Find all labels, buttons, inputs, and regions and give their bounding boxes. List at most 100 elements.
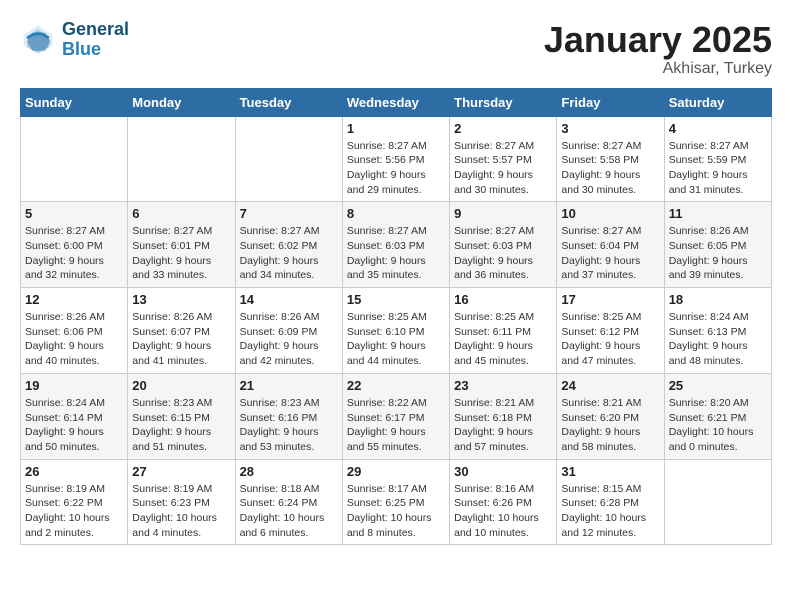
day-info: Sunrise: 8:26 AM Sunset: 6:05 PM Dayligh… xyxy=(669,224,767,283)
calendar-cell: 30 Sunrise: 8:16 AM Sunset: 6:26 PM Dayli… xyxy=(450,459,557,545)
day-info: Sunrise: 8:27 AM Sunset: 6:02 PM Dayligh… xyxy=(240,224,338,283)
day-info: Sunrise: 8:17 AM Sunset: 6:25 PM Dayligh… xyxy=(347,482,445,541)
calendar-cell xyxy=(128,116,235,202)
day-number: 27 xyxy=(132,464,230,479)
calendar-cell xyxy=(664,459,771,545)
day-info: Sunrise: 8:27 AM Sunset: 5:59 PM Dayligh… xyxy=(669,139,767,198)
day-number: 18 xyxy=(669,292,767,307)
weekday-header-sunday: Sunday xyxy=(21,88,128,116)
day-number: 8 xyxy=(347,206,445,221)
calendar-cell: 31Sunrise: 8:15 AM Sunset: 6:28 PM Dayli… xyxy=(557,459,664,545)
calendar-cell: 8Sunrise: 8:27 AM Sunset: 6:03 PM Daylig… xyxy=(342,202,449,288)
day-number: 4 xyxy=(669,121,767,136)
day-number: 24 xyxy=(561,378,659,393)
calendar-cell: 21 Sunrise: 8:23 AM Sunset: 6:16 PM Dayli… xyxy=(235,373,342,459)
calendar-cell: 3 Sunrise: 8:27 AM Sunset: 5:58 PM Daylig… xyxy=(557,116,664,202)
day-info: Sunrise: 8:27 AM Sunset: 5:58 PM Dayligh… xyxy=(561,139,659,198)
day-info: Sunrise: 8:25 AM Sunset: 6:10 PM Dayligh… xyxy=(347,310,445,369)
day-info: Sunrise: 8:27 AM Sunset: 6:03 PM Dayligh… xyxy=(454,224,552,283)
calendar-cell: 10 Sunrise: 8:27 AM Sunset: 6:04 PM Dayli… xyxy=(557,202,664,288)
day-info: Sunrise: 8:26 AM Sunset: 6:07 PM Dayligh… xyxy=(132,310,230,369)
day-info: Sunrise: 8:24 AM Sunset: 6:13 PM Dayligh… xyxy=(669,310,767,369)
day-number: 29 xyxy=(347,464,445,479)
day-info: Sunrise: 8:20 AM Sunset: 6:21 PM Dayligh… xyxy=(669,396,767,455)
calendar-cell: 13 Sunrise: 8:26 AM Sunset: 6:07 PM Dayli… xyxy=(128,288,235,374)
month-title: January 2025 xyxy=(544,20,772,60)
day-number: 6 xyxy=(132,206,230,221)
day-number: 20 xyxy=(132,378,230,393)
weekday-header-tuesday: Tuesday xyxy=(235,88,342,116)
day-info: Sunrise: 8:16 AM Sunset: 6:26 PM Dayligh… xyxy=(454,482,552,541)
calendar-cell: 27 Sunrise: 8:19 AM Sunset: 6:23 PM Dayli… xyxy=(128,459,235,545)
day-number: 3 xyxy=(561,121,659,136)
day-number: 12 xyxy=(25,292,123,307)
day-info: Sunrise: 8:23 AM Sunset: 6:16 PM Dayligh… xyxy=(240,396,338,455)
calendar-cell: 28Sunrise: 8:18 AM Sunset: 6:24 PM Dayli… xyxy=(235,459,342,545)
day-info: Sunrise: 8:26 AM Sunset: 6:06 PM Dayligh… xyxy=(25,310,123,369)
calendar-cell: 7 Sunrise: 8:27 AM Sunset: 6:02 PM Daylig… xyxy=(235,202,342,288)
logo-text: General Blue xyxy=(62,20,129,60)
calendar-cell: 26 Sunrise: 8:19 AM Sunset: 6:22 PM Dayli… xyxy=(21,459,128,545)
day-number: 16 xyxy=(454,292,552,307)
day-number: 5 xyxy=(25,206,123,221)
title-block: January 2025 Akhisar, Turkey xyxy=(544,20,772,78)
weekday-header-thursday: Thursday xyxy=(450,88,557,116)
calendar-table: SundayMondayTuesdayWednesdayThursdayFrid… xyxy=(20,88,772,546)
calendar-week-row: 26 Sunrise: 8:19 AM Sunset: 6:22 PM Dayli… xyxy=(21,459,772,545)
weekday-header-saturday: Saturday xyxy=(664,88,771,116)
day-number: 26 xyxy=(25,464,123,479)
day-number: 1 xyxy=(347,121,445,136)
day-info: Sunrise: 8:22 AM Sunset: 6:17 PM Dayligh… xyxy=(347,396,445,455)
day-number: 15 xyxy=(347,292,445,307)
day-info: Sunrise: 8:19 AM Sunset: 6:23 PM Dayligh… xyxy=(132,482,230,541)
calendar-cell: 24 Sunrise: 8:21 AM Sunset: 6:20 PM Dayli… xyxy=(557,373,664,459)
calendar-cell: 4 Sunrise: 8:27 AM Sunset: 5:59 PM Daylig… xyxy=(664,116,771,202)
calendar-cell xyxy=(21,116,128,202)
calendar-week-row: 5 Sunrise: 8:27 AM Sunset: 6:00 PM Daylig… xyxy=(21,202,772,288)
calendar-cell: 9 Sunrise: 8:27 AM Sunset: 6:03 PM Daylig… xyxy=(450,202,557,288)
day-info: Sunrise: 8:27 AM Sunset: 6:04 PM Dayligh… xyxy=(561,224,659,283)
day-info: Sunrise: 8:21 AM Sunset: 6:18 PM Dayligh… xyxy=(454,396,552,455)
calendar-cell: 6Sunrise: 8:27 AM Sunset: 6:01 PM Daylig… xyxy=(128,202,235,288)
day-number: 22 xyxy=(347,378,445,393)
day-number: 9 xyxy=(454,206,552,221)
day-number: 30 xyxy=(454,464,552,479)
page-header: General Blue January 2025 Akhisar, Turke… xyxy=(20,20,772,78)
day-number: 14 xyxy=(240,292,338,307)
day-info: Sunrise: 8:25 AM Sunset: 6:12 PM Dayligh… xyxy=(561,310,659,369)
logo: General Blue xyxy=(20,20,129,60)
day-number: 17 xyxy=(561,292,659,307)
day-info: Sunrise: 8:24 AM Sunset: 6:14 PM Dayligh… xyxy=(25,396,123,455)
day-info: Sunrise: 8:21 AM Sunset: 6:20 PM Dayligh… xyxy=(561,396,659,455)
day-info: Sunrise: 8:15 AM Sunset: 6:28 PM Dayligh… xyxy=(561,482,659,541)
day-number: 25 xyxy=(669,378,767,393)
calendar-cell: 25 Sunrise: 8:20 AM Sunset: 6:21 PM Dayli… xyxy=(664,373,771,459)
day-info: Sunrise: 8:26 AM Sunset: 6:09 PM Dayligh… xyxy=(240,310,338,369)
calendar-cell: 22 Sunrise: 8:22 AM Sunset: 6:17 PM Dayli… xyxy=(342,373,449,459)
logo-icon xyxy=(20,22,56,58)
calendar-cell: 29 Sunrise: 8:17 AM Sunset: 6:25 PM Dayli… xyxy=(342,459,449,545)
calendar-cell xyxy=(235,116,342,202)
calendar-cell: 16Sunrise: 8:25 AM Sunset: 6:11 PM Dayli… xyxy=(450,288,557,374)
day-number: 11 xyxy=(669,206,767,221)
calendar-week-row: 1 Sunrise: 8:27 AM Sunset: 5:56 PM Daylig… xyxy=(21,116,772,202)
day-info: Sunrise: 8:27 AM Sunset: 5:57 PM Dayligh… xyxy=(454,139,552,198)
day-number: 7 xyxy=(240,206,338,221)
calendar-cell: 5 Sunrise: 8:27 AM Sunset: 6:00 PM Daylig… xyxy=(21,202,128,288)
day-info: Sunrise: 8:19 AM Sunset: 6:22 PM Dayligh… xyxy=(25,482,123,541)
calendar-cell: 14 Sunrise: 8:26 AM Sunset: 6:09 PM Dayli… xyxy=(235,288,342,374)
day-number: 23 xyxy=(454,378,552,393)
calendar-cell: 15 Sunrise: 8:25 AM Sunset: 6:10 PM Dayli… xyxy=(342,288,449,374)
calendar-cell: 1 Sunrise: 8:27 AM Sunset: 5:56 PM Daylig… xyxy=(342,116,449,202)
day-number: 10 xyxy=(561,206,659,221)
calendar-week-row: 12 Sunrise: 8:26 AM Sunset: 6:06 PM Dayli… xyxy=(21,288,772,374)
day-info: Sunrise: 8:27 AM Sunset: 6:00 PM Dayligh… xyxy=(25,224,123,283)
calendar-week-row: 19Sunrise: 8:24 AM Sunset: 6:14 PM Dayli… xyxy=(21,373,772,459)
day-number: 21 xyxy=(240,378,338,393)
calendar-cell: 17 Sunrise: 8:25 AM Sunset: 6:12 PM Dayli… xyxy=(557,288,664,374)
day-info: Sunrise: 8:27 AM Sunset: 5:56 PM Dayligh… xyxy=(347,139,445,198)
day-number: 13 xyxy=(132,292,230,307)
calendar-cell: 19Sunrise: 8:24 AM Sunset: 6:14 PM Dayli… xyxy=(21,373,128,459)
day-number: 2 xyxy=(454,121,552,136)
calendar-cell: 12 Sunrise: 8:26 AM Sunset: 6:06 PM Dayli… xyxy=(21,288,128,374)
